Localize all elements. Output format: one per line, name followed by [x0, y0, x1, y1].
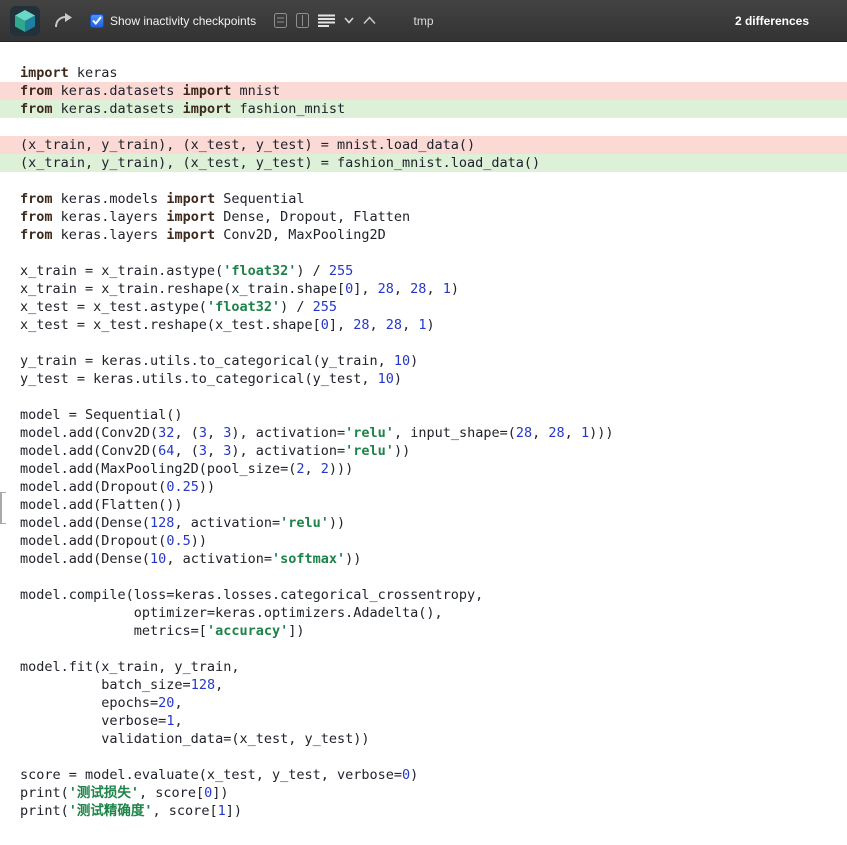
chevron-down-icon[interactable] — [344, 17, 354, 24]
checkbox-label: Show inactivity checkpoints — [110, 14, 256, 28]
code-line-added: (x_train, y_train), (x_test, y_test) = f… — [0, 154, 847, 172]
code-line: model.compile(loss=keras.losses.categori… — [0, 586, 847, 604]
code-line: x_train = x_train.reshape(x_train.shape[… — [0, 280, 847, 298]
share-icon[interactable] — [54, 12, 74, 29]
checkbox-checked-icon[interactable] — [90, 14, 104, 28]
code-line — [0, 244, 847, 262]
code-line: epochs=20, — [0, 694, 847, 712]
code-line: model.add(Flatten()) — [0, 496, 847, 514]
code-line: from keras.layers import Conv2D, MaxPool… — [0, 226, 847, 244]
code-line — [0, 172, 847, 190]
code-line: model.add(Conv2D(64, (3, 3), activation=… — [0, 442, 847, 460]
code-line — [0, 334, 847, 352]
code-line — [0, 118, 847, 136]
code-line-removed: (x_train, y_train), (x_test, y_test) = m… — [0, 136, 847, 154]
code-line — [0, 640, 847, 658]
fluid-layout-icon[interactable] — [274, 13, 287, 28]
code-line: metrics=['accuracy']) — [0, 622, 847, 640]
code-line: model.add(Dropout(0.5)) — [0, 532, 847, 550]
scroll-position-marker[interactable] — [0, 492, 6, 524]
differences-count-badge: 2 differences — [735, 14, 809, 28]
code-line: print('测试损失', score[0]) — [0, 784, 847, 802]
code-line: batch_size=128, — [0, 676, 847, 694]
code-line: model.fit(x_train, y_train, — [0, 658, 847, 676]
text-layout-icon[interactable] — [318, 14, 335, 27]
code-line: model.add(Dropout(0.25)) — [0, 478, 847, 496]
code-line: y_train = keras.utils.to_categorical(y_t… — [0, 352, 847, 370]
diff-viewer-window: Show inactivity checkpoints — [0, 0, 847, 845]
window-title: tmp — [413, 14, 433, 28]
blocks-layout-icon[interactable] — [296, 13, 309, 28]
view-controls — [274, 13, 376, 28]
code-line: validation_data=(x_test, y_test)) — [0, 730, 847, 748]
code-line: model = Sequential() — [0, 406, 847, 424]
code-line: y_test = keras.utils.to_categorical(y_te… — [0, 370, 847, 388]
code-line — [0, 748, 847, 766]
app-logo-icon[interactable] — [10, 6, 40, 36]
code-line: model.add(Conv2D(32, (3, 3), activation=… — [0, 424, 847, 442]
code-line: import keras — [0, 64, 847, 82]
code-line-added: from keras.datasets import fashion_mnist — [0, 100, 847, 118]
show-inactivity-checkbox[interactable]: Show inactivity checkpoints — [90, 14, 256, 28]
code-line: model.add(MaxPooling2D(pool_size=(2, 2))… — [0, 460, 847, 478]
code-line: score = model.evaluate(x_test, y_test, v… — [0, 766, 847, 784]
code-line: from keras.models import Sequential — [0, 190, 847, 208]
toolbar: Show inactivity checkpoints — [0, 0, 847, 42]
code-line: print('测试精确度', score[1]) — [0, 802, 847, 820]
code-line: optimizer=keras.optimizers.Adadelta(), — [0, 604, 847, 622]
code-line — [0, 568, 847, 586]
code-line — [0, 388, 847, 406]
code-line: model.add(Dense(128, activation='relu')) — [0, 514, 847, 532]
code-pane[interactable]: import kerasfrom keras.datasets import m… — [0, 42, 847, 845]
code-line: x_test = x_test.reshape(x_test.shape[0],… — [0, 316, 847, 334]
code-line: x_test = x_test.astype('float32') / 255 — [0, 298, 847, 316]
checkmark-icon — [92, 16, 102, 25]
code-line: verbose=1, — [0, 712, 847, 730]
code-line: model.add(Dense(10, activation='softmax'… — [0, 550, 847, 568]
code-line: x_train = x_train.astype('float32') / 25… — [0, 262, 847, 280]
code-line: from keras.layers import Dense, Dropout,… — [0, 208, 847, 226]
code-line-removed: from keras.datasets import mnist — [0, 82, 847, 100]
code-area: import kerasfrom keras.datasets import m… — [0, 42, 847, 820]
chevron-up-icon[interactable] — [363, 16, 376, 25]
